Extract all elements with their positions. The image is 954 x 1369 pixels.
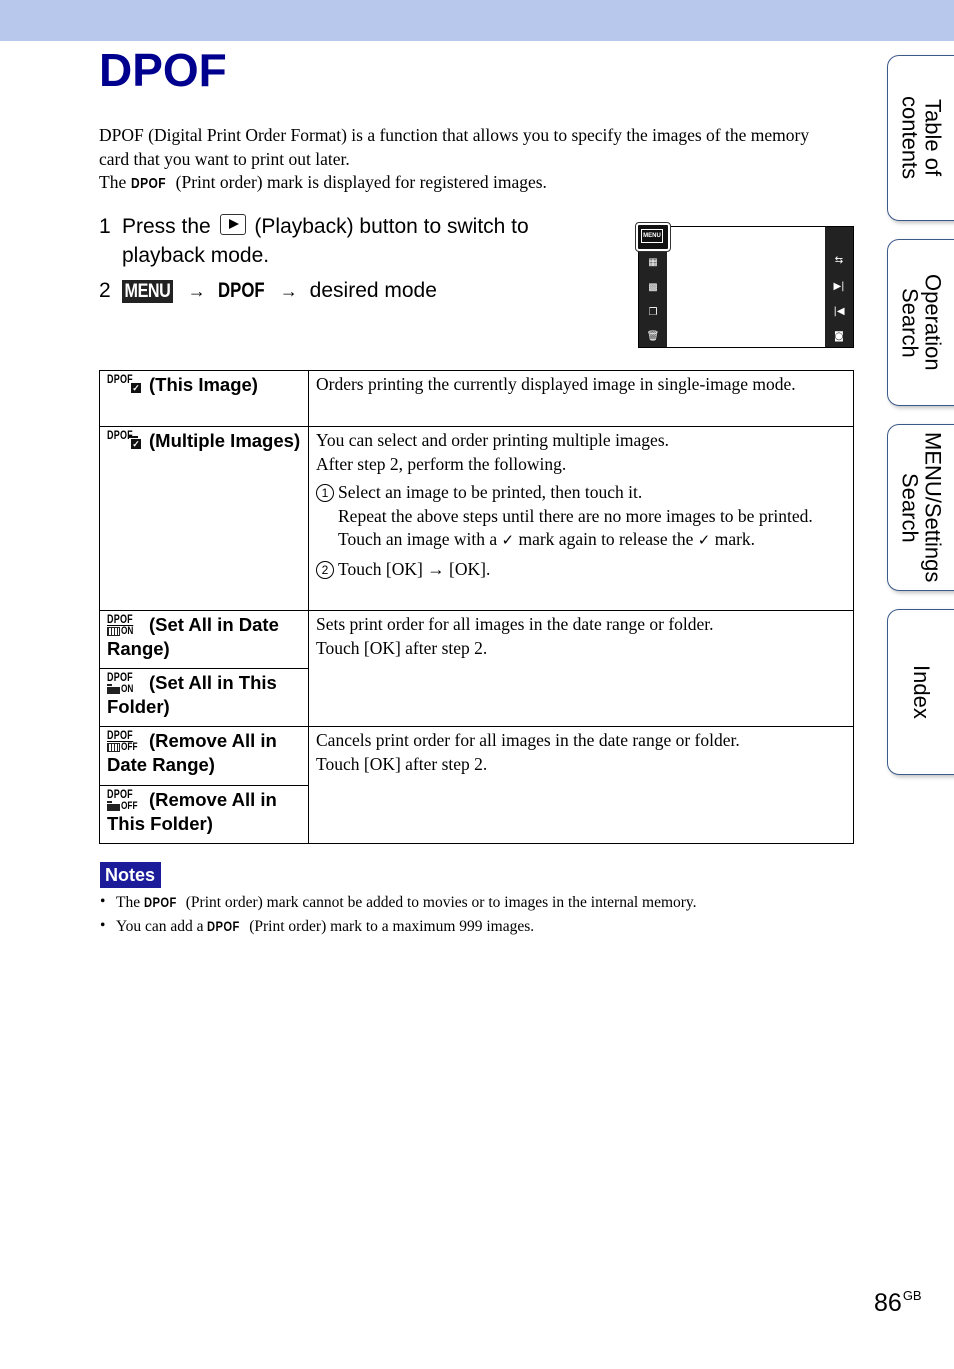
dpof-set-all-date-icon: DPOF ON <box>107 612 134 637</box>
mode-name-cell: DPOF ON (Set All in This Folder) <box>99 668 309 727</box>
dpof-icon: DPOF <box>217 279 265 302</box>
intro-line-2: The DPOF (Print order) mark is displayed… <box>99 171 839 196</box>
sub-step-1: 1 Select an image to be printed, then to… <box>316 481 845 553</box>
circled-number-icon: 2 <box>316 560 334 579</box>
sub-step-2: 2 Touch [OK] → [OK]. <box>316 558 845 582</box>
notes-list: The DPOF (Print order) mark cannot be ad… <box>99 891 859 938</box>
dpof-mark-icon: DPOF <box>207 917 241 934</box>
mode-name-cell: DPOF OFF (Remove All in Date Range) <box>99 726 309 786</box>
mode-name-cell: DPOF ✓ (This Image) <box>99 370 309 427</box>
menu-button-icon: MENU <box>122 280 173 303</box>
dpof-remove-all-folder-icon: DPOF OFF <box>107 787 138 812</box>
previous-icon: |◀ <box>833 306 845 317</box>
camera-right-bar: ⇆ ▶| |◀ ◙ <box>825 227 853 347</box>
mode-desc-cell: Cancels print order for all images in th… <box>308 726 854 844</box>
arrow-icon: → <box>187 281 206 301</box>
mode-name-cell: DPOF OFF (Remove All in This Folder) <box>99 785 309 844</box>
delete-icon: 🗑 <box>646 331 660 342</box>
camera-menu-button: MENU <box>635 222 671 252</box>
dpof-mark-icon: DPOF <box>143 894 177 910</box>
next-icon: ▶| <box>833 281 845 292</box>
table-row: DPOF ✓ (Multiple Images) You can select … <box>99 426 854 611</box>
shooting-mode-icon: ◙ <box>834 331 844 342</box>
mode-desc-cell: Sets print order for all images in the d… <box>308 610 854 727</box>
dpof-this-image-icon: DPOF ✓ <box>107 372 141 393</box>
mode-name-cell: DPOF ON (Set All in Date Range) <box>99 610 309 669</box>
notes-badge: Notes <box>100 862 162 888</box>
step-2: 2 MENU → DPOF → desired mode <box>99 276 599 306</box>
camera-screen-illustration: ▦ ▩ ❐ 🗑 MENU ⇆ ▶| |◀ ◙ <box>635 222 854 348</box>
dpof-remove-all-date-icon: DPOF OFF <box>107 728 138 753</box>
tab-menu-settings-search[interactable]: MENU/Settings Search <box>887 424 954 591</box>
intro-text: DPOF (Digital Print Order Format) is a f… <box>99 124 839 196</box>
step-number: 2 <box>99 279 111 302</box>
note-item: The DPOF (Print order) mark cannot be ad… <box>99 891 859 915</box>
circled-number-icon: 1 <box>316 484 334 502</box>
dpof-multiple-images-icon: DPOF ✓ <box>107 428 141 449</box>
resize-icon: ⇆ <box>834 255 844 266</box>
mode-name-cell: DPOF ✓ (Multiple Images) <box>99 426 309 611</box>
dpof-mark-icon: DPOF <box>130 175 166 192</box>
tab-index[interactable]: Index <box>887 609 954 775</box>
intro-line-1: DPOF (Digital Print Order Format) is a f… <box>99 125 810 169</box>
step-1: 1 Press the (Playback) button to switch … <box>99 212 599 270</box>
header-band <box>0 0 954 41</box>
page-number: 86GB <box>874 1288 922 1317</box>
checkmark-icon: ✓ <box>501 531 515 549</box>
mode-desc-cell: Orders printing the currently displayed … <box>308 370 854 427</box>
dpof-modes-table: DPOF ✓ (This Image) Orders printing the … <box>99 370 854 844</box>
mode-desc-cell: You can select and order printing multip… <box>308 426 854 611</box>
arrow-icon: → <box>279 281 298 301</box>
tab-operation-search[interactable]: Operation Search <box>887 239 954 406</box>
index-view-icon: ▦ <box>648 257 658 268</box>
note-item: You can add a DPOF (Print order) mark to… <box>99 915 859 939</box>
tab-table-of-contents[interactable]: Table of contents <box>887 55 954 221</box>
table-row: DPOF ON (Set All in Date Range) Sets pri… <box>99 610 854 727</box>
checkmark-icon: ✓ <box>697 531 711 549</box>
steps: 1 Press the (Playback) button to switch … <box>99 212 599 312</box>
table-row: DPOF ✓ (This Image) Orders printing the … <box>99 370 854 427</box>
slideshow-icon: ❐ <box>648 307 658 318</box>
dpof-set-all-folder-icon: DPOF ON <box>107 670 134 695</box>
table-row: DPOF OFF (Remove All in Date Range) Canc… <box>99 726 854 844</box>
step-number: 1 <box>99 215 111 238</box>
playback-button-icon <box>219 214 246 235</box>
page-title: DPOF <box>99 44 227 96</box>
calendar-view-icon: ▩ <box>648 282 658 293</box>
